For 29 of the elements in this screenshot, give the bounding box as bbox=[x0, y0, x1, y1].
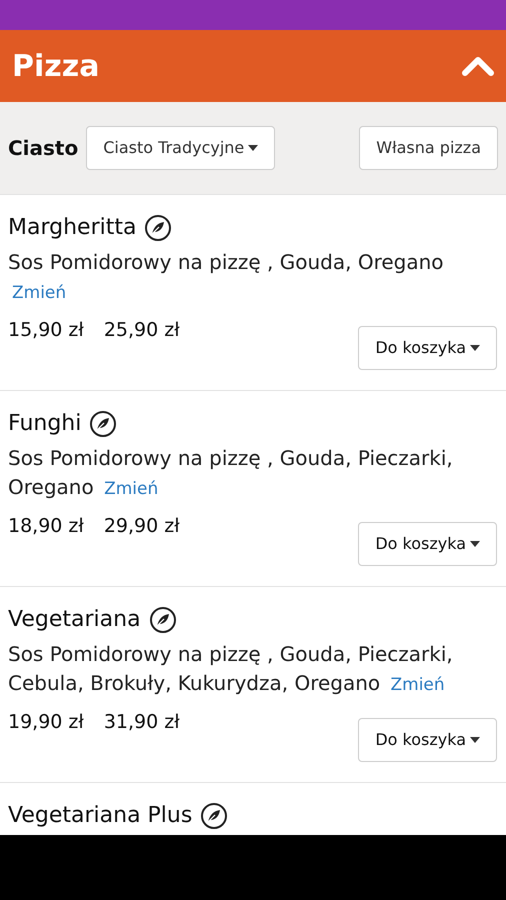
change-link[interactable]: Zmień bbox=[104, 479, 158, 499]
dough-label: Ciasto bbox=[8, 135, 78, 162]
ingredients-text: Sos Pomidorowy na pizzę , Gouda, Oregano Zmień bbox=[8, 249, 445, 305]
pizza-name: Margheritta bbox=[8, 214, 136, 242]
price-text: 19,90 zł bbox=[8, 710, 84, 735]
ingredients-text: Sos Pomidorowy na pizzę , Gouda, Pieczarki, Cebula, Brokuły, Kukurydza, Oregano Zmień bbox=[8, 641, 454, 697]
add-to-cart-button[interactable]: Do koszyka bbox=[358, 718, 497, 762]
category-title: Pizza bbox=[12, 48, 100, 86]
category-header[interactable]: Pizza bbox=[0, 30, 506, 102]
price-text: 25,90 zł bbox=[104, 318, 180, 343]
change-link[interactable]: Zmień bbox=[390, 675, 445, 695]
price-text: 31,90 zł bbox=[104, 710, 180, 735]
caret-icon bbox=[248, 145, 258, 151]
custom-pizza-button[interactable]: Własna pizza bbox=[359, 126, 498, 170]
price-text: 18,90 zł bbox=[8, 514, 84, 539]
price-text: 29,90 zł bbox=[104, 514, 180, 539]
caret-icon bbox=[470, 345, 480, 351]
dough-dropdown[interactable]: Ciasto Tradycyjne bbox=[86, 126, 276, 170]
caret-icon bbox=[470, 737, 480, 743]
price-text: 15,90 zł bbox=[8, 318, 84, 343]
caret-icon bbox=[470, 541, 480, 547]
pizza-name: Funghi bbox=[8, 410, 82, 438]
ingredients-text: Sos Pomidorowy na pizzę , Gouda, Pieczarki, Oregano Zmień bbox=[8, 445, 454, 501]
chevron-up-icon[interactable] bbox=[462, 56, 494, 76]
add-to-cart-button[interactable]: Do koszyka bbox=[358, 326, 497, 370]
add-to-cart-button[interactable]: Do koszyka bbox=[358, 522, 497, 566]
change-link[interactable]: Zmień bbox=[12, 283, 66, 303]
pizza-name: Vegetariana Plus bbox=[8, 802, 192, 830]
pizza-name: Vegetariana bbox=[8, 606, 141, 634]
